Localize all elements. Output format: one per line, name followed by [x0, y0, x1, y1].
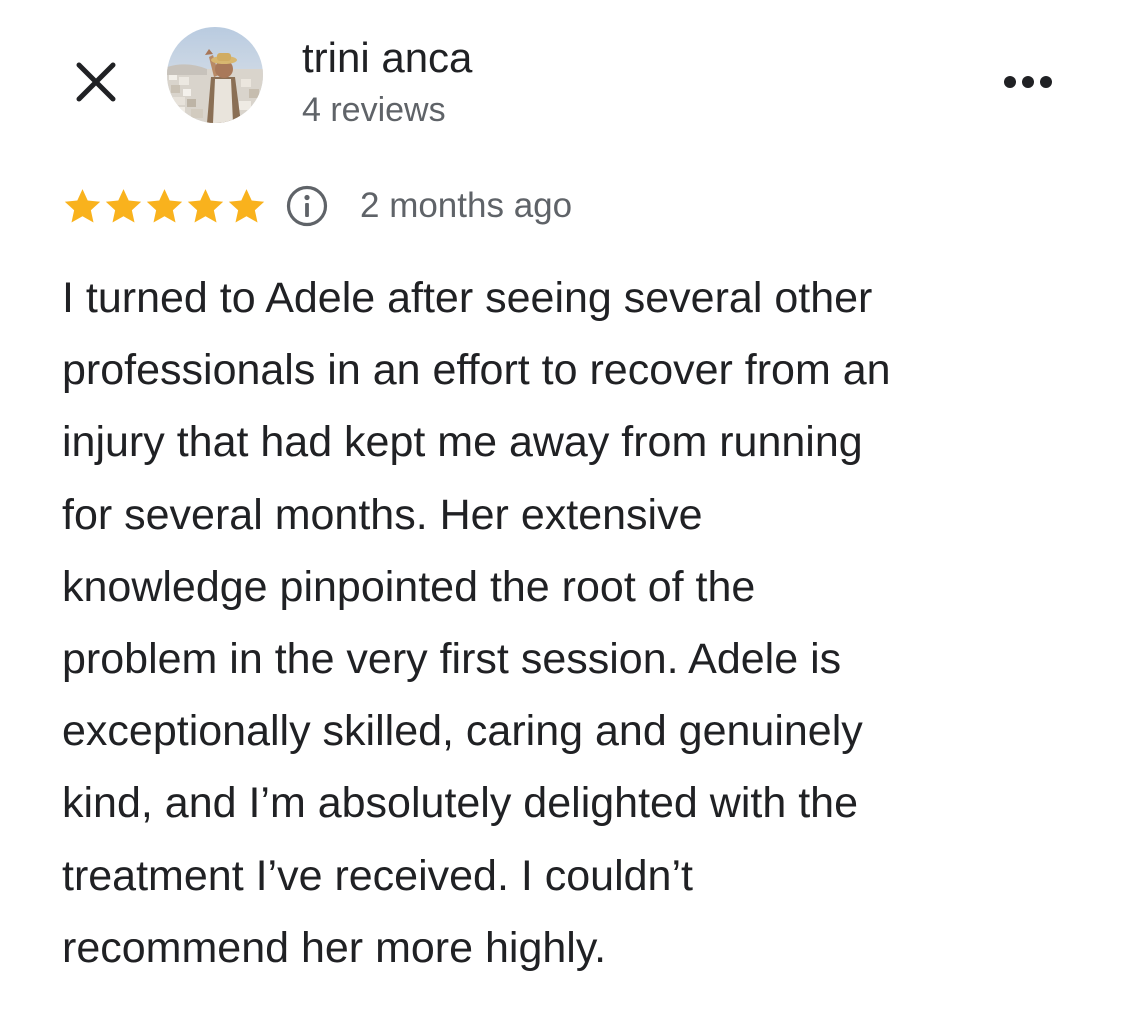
star-icon	[187, 188, 224, 223]
review-text-line: treatment I’ve received. I couldn’t	[62, 851, 693, 900]
review-text-line: exceptionally skilled, caring and genuin…	[62, 707, 863, 756]
star-icon	[64, 188, 101, 223]
review-text-line: injury that had kept me away from runnin…	[62, 418, 863, 467]
star-icon	[105, 188, 142, 223]
review-text: I turned to Adele after seeing several o…	[62, 262, 1072, 984]
star-icon	[228, 188, 265, 223]
rating-row: 2 months ago	[62, 183, 572, 229]
info-icon	[286, 185, 328, 227]
avatar-photo	[167, 27, 263, 123]
more-horizontal-icon	[1004, 76, 1052, 88]
star-icon	[146, 188, 183, 223]
avatar[interactable]	[167, 27, 263, 123]
review-text-line: kind, and I’m absolutely delighted with …	[62, 779, 858, 828]
review-text-line: problem in the very first session. Adele…	[62, 635, 842, 684]
review-text-line: knowledge pinpointed the root of the	[62, 562, 756, 611]
more-options-button[interactable]	[1000, 62, 1060, 102]
review-text-line: for several months. Her extensive	[62, 490, 703, 539]
review-text-line: I turned to Adele after seeing several o…	[62, 274, 873, 322]
close-button[interactable]	[70, 56, 122, 108]
review-timestamp: 2 months ago	[360, 186, 573, 225]
close-icon	[76, 62, 116, 102]
reviewer-name[interactable]: trini anca	[302, 32, 472, 84]
star-rating	[62, 186, 267, 227]
review-text-line: recommend her more highly.	[62, 923, 607, 972]
review-text-line: professionals in an effort to recover fr…	[62, 346, 891, 395]
info-button[interactable]	[285, 184, 329, 228]
review-count[interactable]: 4 reviews	[302, 88, 446, 132]
